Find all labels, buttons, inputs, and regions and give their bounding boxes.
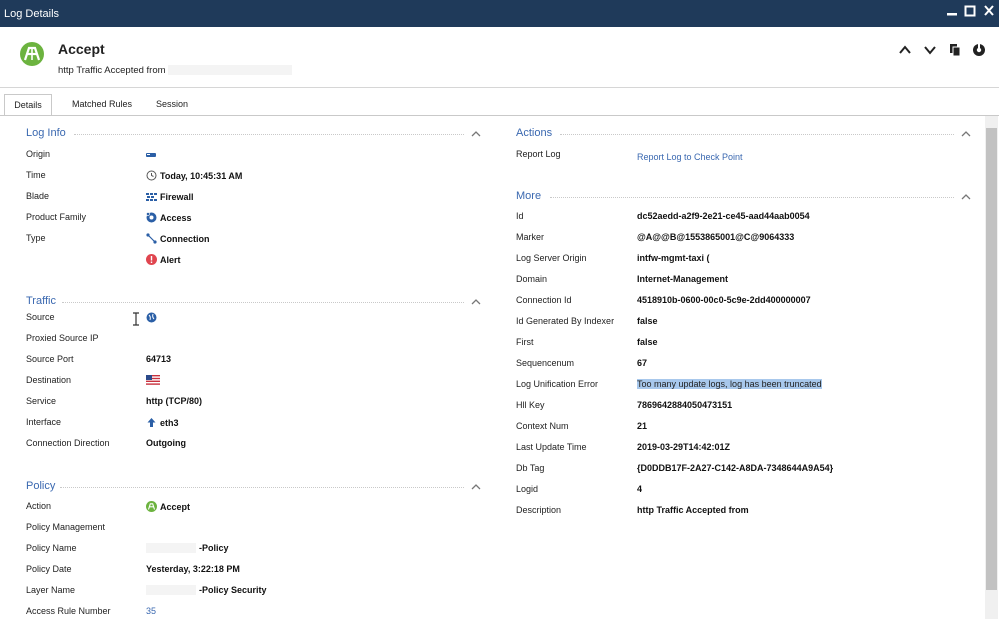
more-row-context-num: Context Num 21 [516, 421, 648, 431]
section-divider [74, 134, 464, 135]
next-log-button[interactable] [921, 41, 939, 59]
section-divider [550, 197, 954, 198]
policy-row-layer-name: Layer Name -Policy Security [26, 585, 267, 595]
more-row-log-server-origin: Log Server Origin intfw-mgmt-taxi ( [516, 253, 710, 263]
log-info-row-blade: Blade Firewall [26, 191, 194, 202]
accept-icon [146, 501, 157, 512]
traffic-row-source-port: Source Port 64713 [26, 354, 172, 364]
more-row-last-update-time: Last Update Time 2019-03-29T14:42:01Z [516, 442, 731, 452]
log-subtitle: http Traffic Accepted from [58, 65, 293, 76]
more-row-description: Description http Traffic Accepted from [516, 505, 749, 515]
traffic-row-connection-direction: Connection Direction Outgoing [26, 438, 186, 448]
more-row-sequencenum: Sequencenum 67 [516, 358, 648, 368]
us-flag-icon [146, 375, 160, 385]
section-policy-heading: Policy [26, 480, 56, 492]
traffic-row-proxied-source-ip: Proxied Source IP [26, 333, 99, 343]
clock-icon [146, 170, 157, 181]
log-action-title: Accept [58, 41, 105, 57]
copy-button[interactable] [946, 41, 964, 59]
window-title: Log Details [4, 8, 60, 20]
section-traffic-heading: Traffic [26, 295, 56, 307]
selected-text[interactable]: Too many update logs, log has been trunc… [637, 379, 822, 389]
redacted-text [146, 543, 196, 553]
section-divider [560, 134, 954, 135]
chevron-down-icon [924, 46, 936, 55]
log-info-row-time: Time Today, 10:45:31 AM [26, 170, 243, 181]
actions-row-report-log: Report Log Report Log to Check Point [516, 149, 743, 162]
section-divider [62, 302, 464, 303]
maximize-button[interactable] [962, 4, 978, 22]
window-titlebar: Log Details [0, 0, 999, 27]
section-more-heading: More [516, 190, 542, 202]
collapse-traffic-icon[interactable] [470, 297, 482, 307]
more-row-log-unification-error: Log Unification Error Too many update lo… [516, 379, 822, 389]
more-row-marker: Marker @A@@B@1553865001@C@9064333 [516, 232, 795, 242]
arrow-up-icon [147, 418, 156, 427]
traffic-row-destination: Destination [26, 375, 466, 389]
chevron-up-icon [899, 45, 911, 54]
collapse-actions-icon[interactable] [960, 129, 972, 139]
redacted-text [146, 585, 196, 595]
gateway-icon [146, 153, 156, 157]
traffic-row-source: Source [26, 312, 466, 326]
more-row-first: First false [516, 337, 658, 347]
firewall-icon [146, 193, 157, 201]
policy-row-action: Action Accept [26, 501, 191, 512]
access-icon [146, 212, 157, 223]
redacted-ip [168, 65, 293, 76]
policy-row-policy-management: Policy Management [26, 522, 106, 532]
accept-action-icon [20, 42, 44, 66]
tab-matched-rules[interactable]: Matched Rules [62, 94, 142, 116]
log-info-row-alert: Alert [26, 254, 466, 268]
more-row-id: Id dc52aedd-a2f9-2e21-ce45-aad44aab0054 [516, 211, 810, 221]
section-log-info-heading: Log Info [26, 127, 66, 139]
tab-details[interactable]: Details [4, 94, 52, 116]
traffic-row-service: Service http (TCP/80) [26, 396, 202, 406]
collapse-more-icon[interactable] [960, 192, 972, 202]
tab-session[interactable]: Session [146, 94, 198, 116]
more-row-hll-key: Hll Key 7869642884050473151 [516, 400, 733, 410]
log-info-row-type: Type Connection [26, 233, 210, 244]
more-row-db-tag: Db Tag {D0DDB17F-2A27-C142-A8DA-7348644A… [516, 463, 834, 473]
more-row-domain: Domain Internet-Management [516, 274, 729, 284]
copy-icon [950, 44, 961, 57]
log-header: Accept http Traffic Accepted from [0, 27, 999, 88]
more-row-id-generated-by-indexer: Id Generated By Indexer false [516, 316, 658, 326]
alert-icon [146, 254, 157, 265]
scrollbar-thumb[interactable] [986, 128, 997, 590]
close-icon [984, 5, 994, 16]
report-log-link[interactable]: Report Log to Check Point [637, 152, 743, 162]
policy-row-access-rule-number: Access Rule Number 35 [26, 606, 157, 616]
tab-divider [0, 115, 999, 116]
policy-row-policy-date: Policy Date Yesterday, 3:22:18 PM [26, 564, 240, 574]
close-button[interactable] [981, 4, 997, 22]
policy-row-policy-name: Policy Name -Policy [26, 543, 229, 553]
previous-log-button[interactable] [896, 41, 914, 59]
maximize-icon [964, 5, 976, 17]
more-row-connection-id: Connection Id 4518910b-0600-00c0-5c9e-2d… [516, 295, 811, 305]
log-info-row-origin: Origin [26, 149, 466, 163]
log-info-row-product-family: Product Family Access [26, 212, 192, 223]
traffic-row-interface: Interface eth3 [26, 417, 179, 428]
more-row-logid: Logid 4 [516, 484, 643, 494]
section-actions-heading: Actions [516, 127, 553, 139]
access-rule-number-link[interactable]: 35 [146, 606, 156, 616]
connection-icon [146, 233, 157, 244]
options-icon [973, 44, 985, 56]
minimize-icon [947, 13, 957, 16]
collapse-policy-icon[interactable] [470, 482, 482, 492]
more-options-button[interactable] [970, 41, 988, 59]
collapse-log-info-icon[interactable] [470, 129, 482, 139]
section-divider [60, 487, 464, 488]
text-cursor-icon [133, 312, 139, 326]
globe-icon [146, 312, 157, 323]
minimize-button[interactable] [944, 4, 960, 22]
